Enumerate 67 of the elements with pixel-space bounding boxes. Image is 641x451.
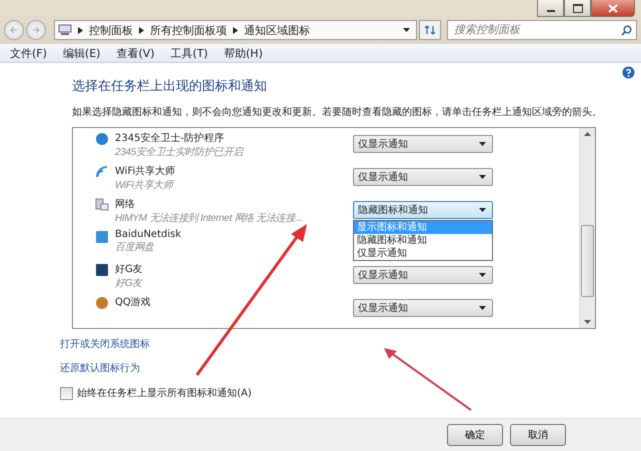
search-icon	[621, 24, 632, 36]
behavior-dropdown[interactable]: 仅显示通知	[353, 299, 493, 318]
scroll-down-icon[interactable]	[584, 320, 591, 324]
breadcrumb-arrow-icon	[139, 26, 144, 34]
app-name: 好G友	[115, 263, 143, 276]
app-icon	[95, 164, 109, 179]
checkbox-label: 始终在任务栏上显示所有图标和通知(A)	[77, 386, 252, 400]
checkbox[interactable]	[60, 386, 73, 400]
app-icon	[95, 230, 109, 244]
minimize-button[interactable]	[537, 0, 564, 17]
app-name: QQ游戏	[115, 296, 151, 310]
app-description: 2345安全卫士实时防护已开启	[115, 146, 243, 159]
caret-icon	[479, 208, 486, 212]
search-field[interactable]: 搜索控制面板	[447, 20, 637, 40]
app-name: 2345安全卫士-防护程序	[115, 132, 226, 145]
link[interactable]: 还原默认图标行为	[60, 361, 140, 375]
scrollbar[interactable]	[579, 128, 595, 328]
scroll-up-icon[interactable]	[584, 132, 591, 136]
description-text: 如果选择隐藏图标和通知，则不会向您通知更改和更新。若要随时查看隐藏的图标，请单击任务栏上通知区域旁的箭头。	[72, 106, 602, 119]
menu-item[interactable]: 查看(V)	[116, 46, 155, 60]
refresh-icon	[424, 25, 436, 35]
breadcrumb[interactable]: 控制面板	[89, 22, 133, 38]
menu-item[interactable]: 工具(T)	[170, 46, 208, 60]
behavior-dropdown[interactable]: 仅显示通知	[353, 266, 493, 284]
breadcrumb[interactable]: 所有控制面板项	[150, 22, 227, 38]
search-input[interactable]: 搜索控制面板	[452, 23, 621, 37]
app-description: HIMYM 无法连接到 Internet 网络 无法连接...	[115, 212, 302, 225]
behavior-dropdown[interactable]: 仅显示通知	[353, 168, 493, 186]
address-bar[interactable]: 控制面板 所有控制面板项 通知区域图标	[54, 20, 417, 40]
page-heading: 选择在任务栏上出现的图标和通知	[72, 78, 267, 95]
help-icon[interactable]	[622, 66, 635, 79]
app-name: BaiduNetdisk	[115, 229, 182, 240]
back-arrow-icon	[9, 25, 19, 35]
breadcrumb-arrow-icon	[233, 26, 238, 34]
app-description: 百度网盘	[115, 240, 156, 254]
refresh-button[interactable]	[419, 20, 441, 40]
menu-item[interactable]: 文件(F)	[10, 46, 47, 60]
close-icon	[608, 4, 618, 12]
behavior-dropdown[interactable]: 仅显示通知	[353, 135, 493, 153]
dropdown-arrow-icon	[403, 28, 410, 32]
app-name: 网络	[115, 198, 136, 211]
link[interactable]: 打开或关闭系统图标	[60, 337, 150, 351]
behavior-dropdown[interactable]: 隐藏图标和通知	[353, 200, 493, 219]
caret-icon	[479, 174, 486, 179]
dropdown-option[interactable]: 隐藏图标和通知	[354, 234, 492, 247]
breadcrumb-arrow-icon	[78, 26, 83, 34]
app-description: WiFi共享大师	[115, 178, 176, 192]
breadcrumb[interactable]: 通知区域图标	[244, 22, 310, 38]
app-icon	[95, 296, 109, 310]
maximize-button[interactable]	[564, 0, 591, 17]
app-description: 好G友	[115, 277, 143, 290]
caret-icon	[479, 273, 486, 278]
scroll-thumb[interactable]	[581, 225, 594, 297]
close-button[interactable]	[591, 0, 635, 17]
app-icon	[95, 198, 109, 212]
menu-item[interactable]: 编辑(E)	[62, 46, 100, 60]
app-icon	[95, 132, 109, 146]
app-name: WiFi共享大师	[115, 164, 176, 178]
computer-icon	[58, 24, 72, 36]
app-icon	[95, 263, 109, 278]
forward-arrow-icon	[31, 25, 41, 35]
caret-icon	[479, 142, 486, 146]
dropdown-option[interactable]: 仅显示通知	[354, 246, 492, 260]
dialog-button[interactable]: 取消	[510, 424, 566, 446]
dialog-button[interactable]: 确定	[447, 424, 503, 446]
menu-item[interactable]: 帮助(H)	[224, 46, 263, 60]
caret-icon	[479, 306, 486, 310]
